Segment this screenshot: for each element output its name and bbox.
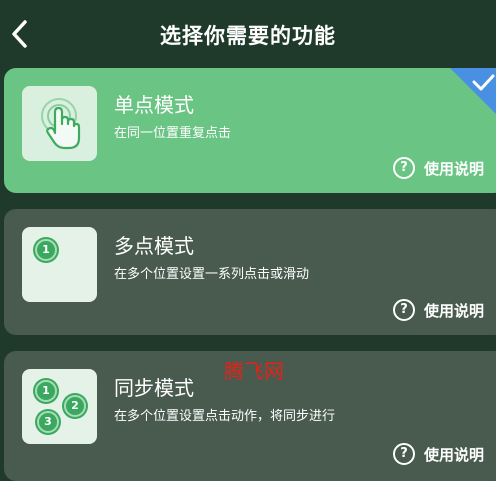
selected-check-icon — [450, 68, 496, 114]
point-marker: 2 — [64, 395, 86, 417]
mode-description: 在多个位置设置一系列点击或滑动 — [114, 267, 310, 282]
question-circle-icon: ? — [392, 157, 415, 179]
question-circle-icon: ? — [392, 299, 415, 321]
watermark-text: 腾飞网 — [224, 359, 284, 383]
mode-card-multi-point[interactable]: 1 多点模式 在多个位置设置一系列点击或滑动 ? 使用说明 — [4, 209, 496, 335]
mode-title: 同步模式 — [114, 376, 194, 400]
hand-tap-icon — [41, 98, 81, 150]
point-marker: 1 — [35, 380, 57, 402]
help-link[interactable]: ? 使用说明 — [392, 299, 484, 321]
help-link[interactable]: ? 使用说明 — [392, 443, 484, 465]
help-link[interactable]: ? 使用说明 — [392, 157, 484, 179]
point-marker: 1 — [35, 239, 57, 261]
help-label: 使用说明 — [423, 301, 484, 320]
mode-title: 单点模式 — [114, 93, 194, 117]
page-title: 选择你需要的功能 — [160, 24, 336, 48]
header-bar: 选择你需要的功能 — [0, 0, 496, 66]
point-marker: 3 — [37, 411, 59, 433]
mode-preview-tile: 1 2 3 — [22, 369, 97, 444]
help-label: 使用说明 — [423, 445, 484, 464]
mode-description: 在多个位置设置点击动作，将同步进行 — [114, 409, 336, 424]
mode-title: 多点模式 — [114, 234, 194, 258]
question-circle-icon: ? — [392, 443, 415, 465]
mode-preview-tile — [22, 86, 97, 161]
help-label: 使用说明 — [423, 159, 484, 178]
mode-card-single-tap[interactable]: 单点模式 在同一位置重复点击 ? 使用说明 — [4, 68, 496, 193]
mode-preview-tile: 1 — [22, 227, 97, 302]
mode-description: 在同一位置重复点击 — [114, 126, 232, 141]
